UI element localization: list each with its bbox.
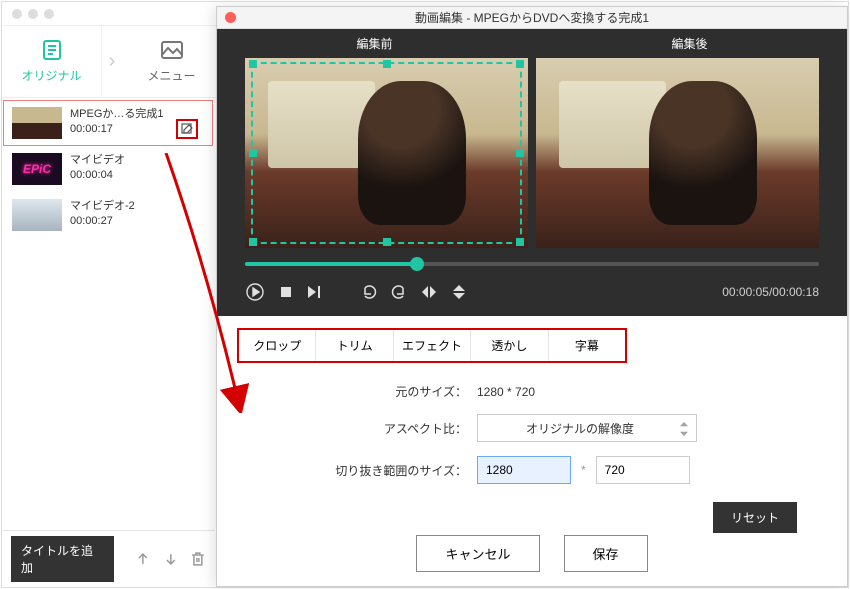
crop-handle[interactable]: [383, 238, 391, 246]
step-forward-button[interactable]: [307, 285, 323, 299]
preview-before-label: 編集前: [217, 29, 532, 58]
editor-titlebar: 動画編集 - MPEGからDVDへ変換する完成1: [217, 7, 847, 29]
function-tabs: クロップ トリム エフェクト 透かし 字幕: [237, 328, 627, 363]
edit-icon: [181, 123, 193, 135]
video-editor-modal: 動画編集 - MPEGからDVDへ変換する完成1 編集前 編集後: [216, 6, 848, 587]
playback-controls: 00:00:05/00:00:18: [217, 266, 847, 302]
clip-duration: 00:00:27: [70, 214, 135, 229]
clip-list: MPEGか…る完成1 00:00:17 EPiC マイビデオ 00:00:04 …: [3, 100, 213, 238]
stop-button[interactable]: [279, 285, 293, 299]
crop-handle[interactable]: [249, 149, 257, 157]
tab-crop[interactable]: クロップ: [239, 330, 316, 361]
traffic-light-min[interactable]: [28, 9, 38, 19]
flip-vertical-icon[interactable]: [451, 284, 467, 300]
clip-meta: マイビデオ 00:00:04: [70, 153, 125, 184]
chevron-right-icon: ›: [102, 26, 122, 97]
tab-trim[interactable]: トリム: [316, 330, 393, 361]
crop-handle[interactable]: [516, 60, 524, 68]
clip-name: マイビデオ-2: [70, 199, 135, 214]
crop-size-label: 切り抜き範囲のサイズ：: [307, 462, 477, 479]
preview-after-label: 編集後: [532, 29, 847, 58]
tab-menu[interactable]: メニュー: [122, 26, 222, 97]
flip-horizontal-icon[interactable]: [421, 284, 437, 300]
tab-subtitle[interactable]: 字幕: [549, 330, 625, 361]
timeline-progress: [245, 262, 417, 266]
clip-thumbnail: EPiC: [12, 153, 62, 185]
orig-size-value: 1280 * 720: [477, 385, 535, 399]
clip-item[interactable]: EPiC マイビデオ 00:00:04: [3, 146, 213, 192]
traffic-light-max[interactable]: [44, 9, 54, 19]
aspect-ratio-select[interactable]: オリジナルの解像度: [477, 414, 697, 442]
tab-watermark[interactable]: 透かし: [471, 330, 548, 361]
save-button[interactable]: 保存: [564, 535, 648, 572]
clip-name: マイビデオ: [70, 153, 125, 168]
aspect-label: アスペクト比：: [307, 420, 477, 437]
move-up-icon[interactable]: [134, 550, 152, 568]
crop-form: 元のサイズ： 1280 * 720 アスペクト比： オリジナルの解像度 切り抜き…: [237, 363, 827, 502]
rotate-right-icon[interactable]: [391, 284, 407, 300]
crop-height-input[interactable]: [596, 456, 690, 484]
crop-width-input[interactable]: [477, 456, 571, 484]
preview-after: [536, 58, 819, 248]
multiply-icon: *: [581, 463, 586, 477]
clip-duration: 00:00:17: [70, 122, 164, 137]
clip-item[interactable]: MPEGか…る完成1 00:00:17: [3, 100, 213, 146]
clip-duration: 00:00:04: [70, 168, 125, 183]
tab-original[interactable]: オリジナル: [2, 26, 102, 97]
cancel-button[interactable]: キャンセル: [416, 535, 539, 572]
traffic-light-close[interactable]: [12, 9, 22, 19]
clip-thumbnail: [12, 199, 62, 231]
tab-original-label: オリジナル: [21, 67, 81, 84]
picture-icon: [158, 39, 186, 61]
settings-panel: クロップ トリム エフェクト 透かし 字幕 元のサイズ： 1280 * 720 …: [217, 316, 847, 502]
tab-menu-label: メニュー: [147, 67, 195, 84]
crop-handle[interactable]: [249, 60, 257, 68]
move-down-icon[interactable]: [162, 550, 180, 568]
timeline[interactable]: [245, 262, 819, 266]
clip-item[interactable]: マイビデオ-2 00:00:27: [3, 192, 213, 238]
trash-icon[interactable]: [189, 550, 207, 568]
clip-thumbnail: [12, 107, 62, 139]
crop-handle[interactable]: [516, 149, 524, 157]
crop-handle[interactable]: [383, 60, 391, 68]
dialog-buttons: キャンセル 保存: [217, 535, 847, 572]
rotate-left-icon[interactable]: [361, 284, 377, 300]
clip-meta: マイビデオ-2 00:00:27: [70, 199, 135, 230]
crop-handle[interactable]: [516, 238, 524, 246]
thumb-text: EPiC: [23, 162, 51, 176]
timeline-knob[interactable]: [410, 257, 424, 271]
preview-before[interactable]: [245, 58, 528, 248]
document-icon: [38, 39, 66, 61]
orig-size-label: 元のサイズ：: [307, 383, 477, 400]
tab-effect[interactable]: エフェクト: [394, 330, 471, 361]
play-button[interactable]: [245, 282, 265, 302]
crop-handle[interactable]: [249, 238, 257, 246]
preview-area: 編集前 編集後: [217, 29, 847, 316]
clip-meta: MPEGか…る完成1 00:00:17: [70, 107, 164, 138]
bottom-bar: タイトルを追加: [3, 530, 215, 586]
edit-clip-button[interactable]: [176, 119, 198, 139]
add-title-button[interactable]: タイトルを追加: [11, 536, 114, 582]
editor-title: 動画編集 - MPEGからDVDへ変換する完成1: [217, 9, 847, 26]
clip-name: MPEGか…る完成1: [70, 107, 164, 122]
crop-frame[interactable]: [251, 62, 522, 244]
timecode: 00:00:05/00:00:18: [722, 285, 819, 299]
reset-button[interactable]: リセット: [713, 502, 797, 533]
